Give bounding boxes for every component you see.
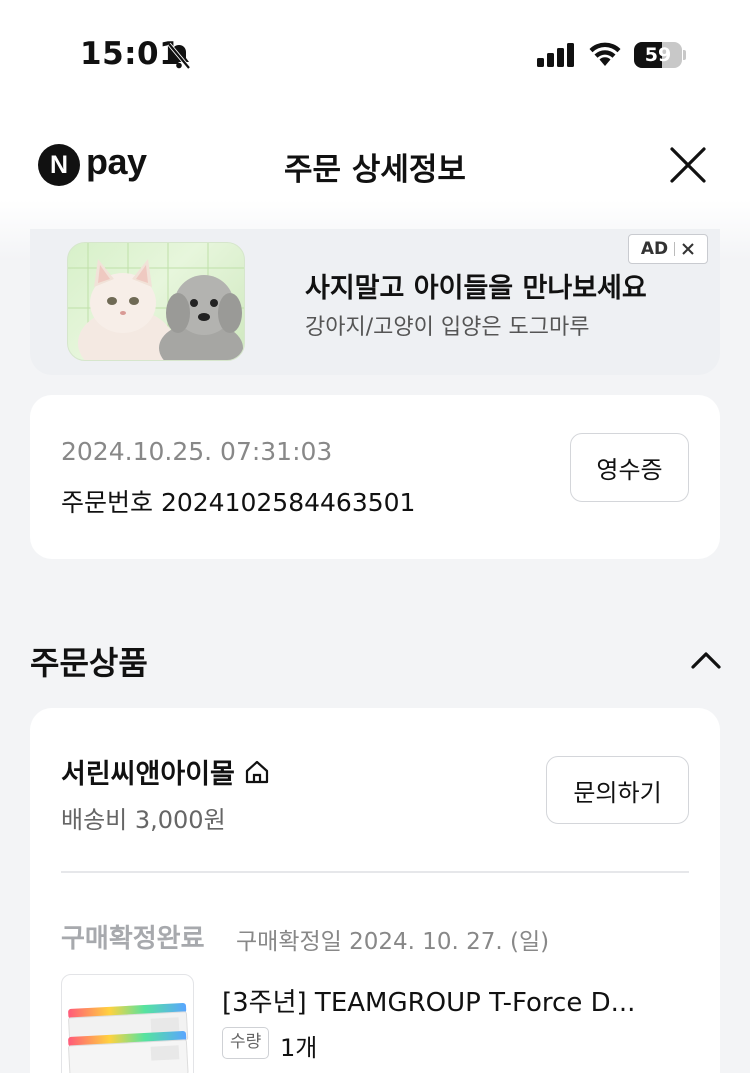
order-product-card: 서린씨앤아이몰 배송비 3,000원 문의하기 구매확정완료 구매확정일 202… [30, 708, 720, 1073]
status-bar: 15:01 59 [0, 0, 750, 110]
order-info-card: 2024.10.25. 07:31:03 주문번호 20241025844635… [30, 395, 720, 559]
shipping-fee: 배송비 3,000원 [61, 806, 226, 834]
inquiry-button[interactable]: 문의하기 [546, 756, 689, 824]
chevron-up-icon [691, 652, 721, 669]
ad-subtitle: 강아지/고양이 입양은 도그마루 [305, 315, 590, 340]
ad-title: 사지말고 아이들을 만나보세요 [305, 273, 647, 304]
ad-label: AD [640, 239, 669, 259]
page-title: 주문 상세정보 [284, 152, 466, 188]
battery-percent: 59 [644, 44, 672, 66]
home-icon [245, 760, 268, 783]
purchase-status: 구매확정완료 [61, 924, 205, 954]
close-icon [670, 147, 706, 183]
divider [61, 871, 689, 873]
wifi-icon [588, 40, 622, 72]
receipt-button[interactable]: 영수증 [570, 433, 689, 502]
bell-muted-icon [166, 42, 192, 74]
store-name: 서린씨앤아이몰 [61, 759, 235, 790]
cellular-signal-icon [537, 43, 575, 71]
order-date: 2024.10.25. 07:31:03 [61, 437, 333, 466]
close-button[interactable] [668, 145, 708, 185]
quantity-value: 1개 [280, 1034, 318, 1062]
close-icon [682, 243, 694, 255]
header: N pay 주문 상세정보 [0, 130, 750, 200]
ad-banner[interactable]: 사지말고 아이들을 만나보세요 강아지/고양이 입양은 도그마루 AD [30, 229, 720, 375]
ad-pets-image [67, 242, 245, 361]
product-thumbnail[interactable] [61, 974, 194, 1073]
product-name[interactable]: [3주년] TEAMGROUP T-Force D... [222, 982, 692, 1019]
section-title: 주문상품 [30, 644, 148, 682]
quantity-label: 수량 [222, 1027, 270, 1059]
battery-icon: 59 [634, 42, 686, 68]
ad-close-badge[interactable]: AD [628, 234, 708, 264]
purchase-confirm-date: 구매확정일 2024. 10. 27. (일) [236, 929, 550, 955]
collapse-button[interactable] [688, 646, 724, 676]
order-number: 주문번호 2024102584463501 [61, 488, 416, 517]
store-name-link[interactable]: 서린씨앤아이몰 [61, 752, 271, 791]
